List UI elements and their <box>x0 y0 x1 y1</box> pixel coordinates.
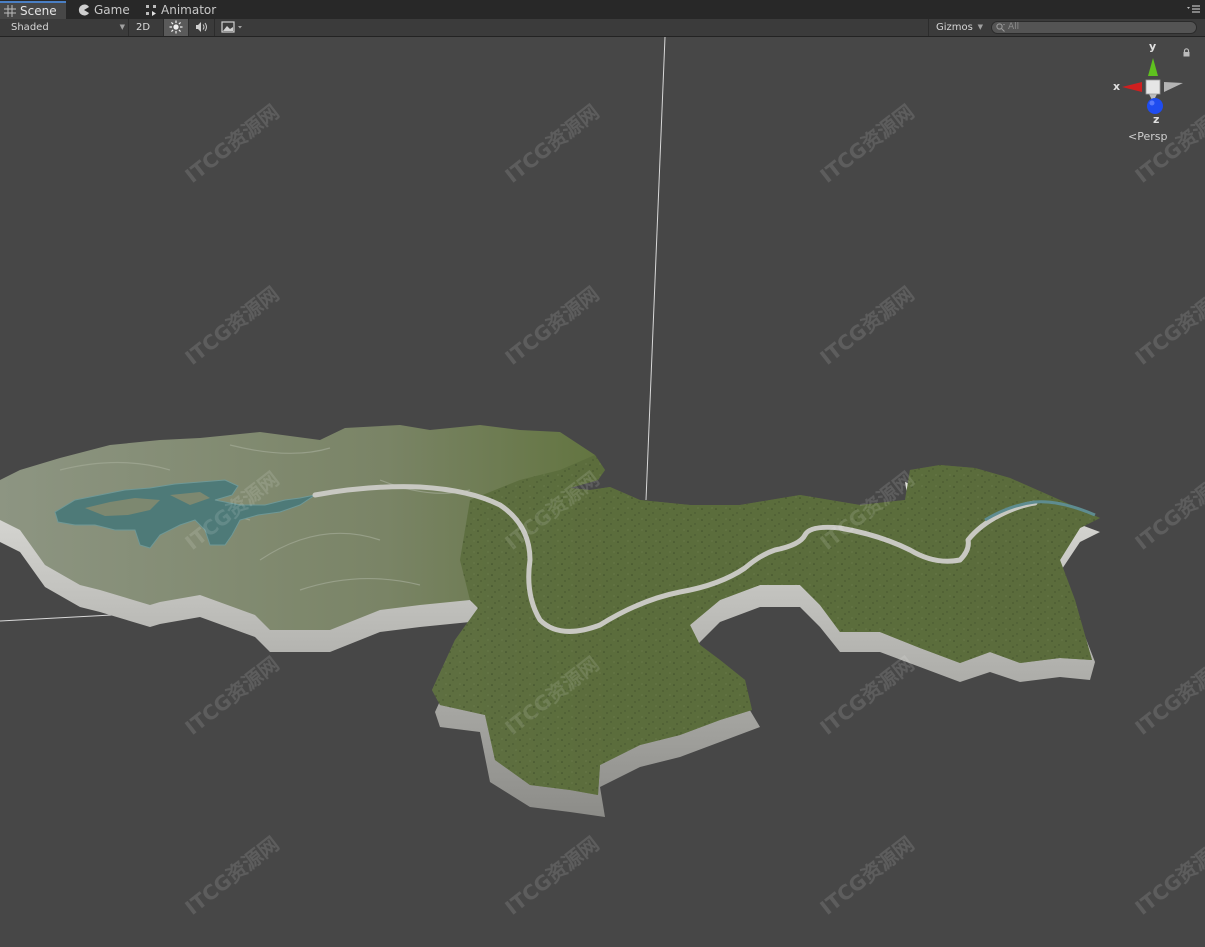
tab-label: Scene <box>20 4 57 18</box>
pacman-icon <box>78 4 90 16</box>
hierarchy-search-input[interactable]: All <box>991 21 1197 34</box>
chevron-down-icon: ▼ <box>977 23 983 31</box>
tab-label: Game <box>94 3 130 17</box>
scene-viewport[interactable]: ITCG资源网 ITCG资源网 ITCG资源网 ITCG资源网 ITCG资源网 … <box>0 37 1205 947</box>
axis-gizmo-icon[interactable] <box>1110 40 1190 135</box>
tab-game[interactable]: Game <box>74 1 136 19</box>
gizmo-z-label: z <box>1153 113 1160 126</box>
draw-mode-dropdown[interactable]: Shaded ▼ <box>0 19 128 36</box>
image-icon <box>220 21 242 33</box>
projection-toggle[interactable]: <Persp <box>1128 130 1167 143</box>
terrain-speckle <box>432 455 1100 795</box>
sun-icon <box>169 20 183 34</box>
chevron-down-icon: ▼ <box>119 23 125 31</box>
scene-grid-icon <box>4 5 16 17</box>
persp-arrow-icon: < <box>1128 130 1138 143</box>
search-icon <box>996 23 1006 36</box>
tab-bar: Scene Game Animator <box>0 0 1205 20</box>
effects-dropdown[interactable] <box>214 19 250 36</box>
scene-toolbar: Shaded ▼ 2D Gizmos ▼ All <box>0 19 1205 37</box>
tab-label: Animator <box>161 3 217 17</box>
vertical-grid-line <box>645 37 666 501</box>
search-placeholder: All <box>1008 22 1020 32</box>
gizmos-dropdown[interactable]: Gizmos ▼ <box>928 19 986 36</box>
tab-scene[interactable]: Scene <box>0 1 66 19</box>
audio-toggle-button[interactable] <box>188 19 214 36</box>
terrain-canvas <box>0 37 1100 817</box>
tab-menu-icon[interactable] <box>1187 3 1201 15</box>
lighting-toggle-button[interactable] <box>163 19 188 36</box>
lock-icon[interactable] <box>1182 47 1191 60</box>
2d-toggle-button[interactable]: 2D <box>128 19 157 36</box>
gizmos-label: Gizmos <box>936 22 973 33</box>
tab-animator[interactable]: Animator <box>141 1 222 19</box>
speaker-icon <box>195 22 207 32</box>
animator-icon <box>145 4 157 16</box>
gizmo-x-label: x <box>1113 80 1121 93</box>
draw-mode-value: Shaded <box>11 22 49 33</box>
projection-label: Persp <box>1137 130 1168 143</box>
gizmo-y-label: y <box>1149 40 1157 53</box>
